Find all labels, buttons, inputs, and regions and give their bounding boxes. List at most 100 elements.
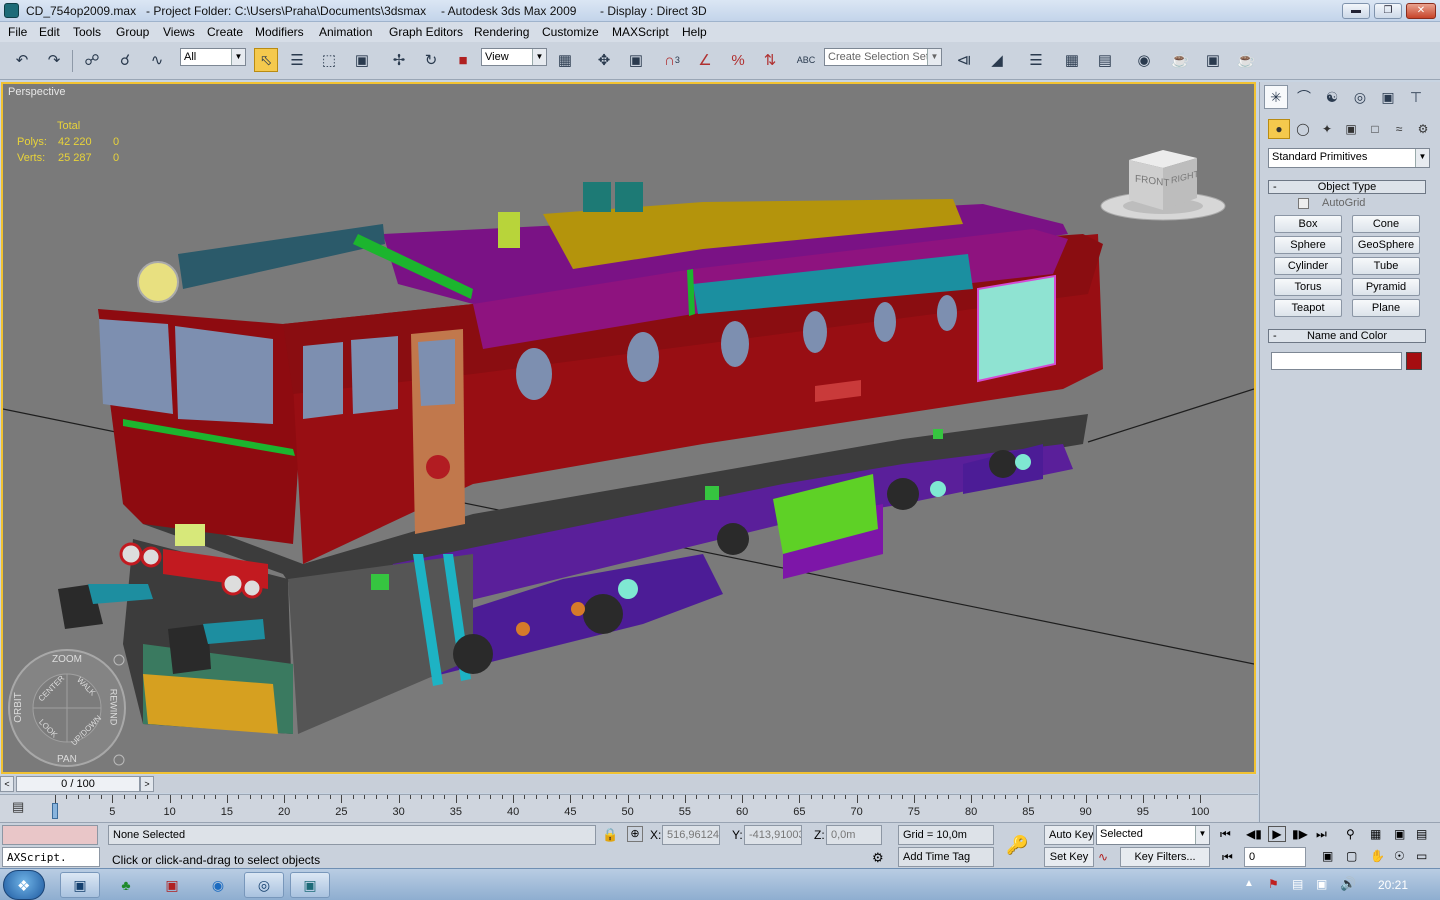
box-button[interactable]: Box: [1274, 215, 1342, 233]
app-icon[interactable]: [4, 3, 19, 18]
next-frame-button[interactable]: ▮▶: [1292, 827, 1308, 841]
menu-graph-editors[interactable]: Graph Editors: [389, 25, 463, 39]
y-coordinate-field[interactable]: -413,91003: [744, 825, 802, 845]
tab-hierarchy[interactable]: ☯: [1320, 85, 1344, 109]
clock[interactable]: 20:21: [1378, 878, 1408, 892]
wheel-rewind-label[interactable]: REWIND: [108, 689, 118, 726]
unlink-button[interactable]: ☌: [113, 48, 137, 72]
perspective-viewport[interactable]: Perspective Total Polys: 42 220 0 Verts:…: [1, 82, 1256, 774]
geosphere-button[interactable]: GeoSphere: [1352, 236, 1420, 254]
network-icon[interactable]: ▤: [1292, 877, 1303, 891]
add-time-tag-button[interactable]: Add Time Tag: [898, 847, 994, 867]
menu-group[interactable]: Group: [116, 25, 149, 39]
time-next-button[interactable]: >: [140, 776, 154, 792]
tab-motion[interactable]: ◎: [1348, 85, 1372, 109]
pan-view-button[interactable]: ✋: [1370, 849, 1385, 863]
taskbar-app-save[interactable]: ▣: [152, 872, 192, 898]
teapot-button[interactable]: Teapot: [1274, 299, 1342, 317]
menu-customize[interactable]: Customize: [542, 25, 599, 39]
tab-create[interactable]: ✳: [1264, 85, 1288, 109]
menu-create[interactable]: Create: [207, 25, 243, 39]
start-button[interactable]: ❖: [3, 870, 45, 900]
wheel-pan-label[interactable]: PAN: [57, 754, 77, 765]
percent-snap-toggle[interactable]: %: [726, 48, 750, 72]
name-color-rollout-header[interactable]: - Name and Color: [1268, 329, 1426, 343]
menu-views[interactable]: Views: [163, 25, 195, 39]
wheel-zoom-label[interactable]: ZOOM: [52, 654, 82, 665]
cone-button[interactable]: Cone: [1352, 215, 1420, 233]
angle-snap-toggle[interactable]: ∠: [693, 48, 717, 72]
select-object-button[interactable]: ⬁: [254, 48, 278, 72]
layer-manager-button[interactable]: ☰: [1024, 48, 1048, 72]
previous-frame-button[interactable]: ◀▮: [1246, 827, 1262, 841]
object-color-swatch[interactable]: [1406, 352, 1422, 370]
zoom-extents-button[interactable]: ▣: [1394, 827, 1405, 841]
select-and-scale-button[interactable]: ■: [451, 48, 475, 72]
transform-mode-toggle[interactable]: ⊕: [627, 826, 643, 842]
key-filters-button[interactable]: Key Filters...: [1120, 847, 1210, 867]
go-to-start-button[interactable]: ⏮: [1220, 827, 1231, 842]
object-type-rollout-header[interactable]: - Object Type: [1268, 180, 1426, 194]
x-coordinate-field[interactable]: 516,96124: [662, 825, 720, 845]
maxscript-mini-listener[interactable]: AXScript.: [2, 847, 100, 867]
rendered-frame-window-button[interactable]: ▣: [1201, 48, 1225, 72]
go-to-end-button[interactable]: ⏭: [1316, 827, 1327, 842]
autogrid-checkbox[interactable]: [1298, 198, 1309, 209]
current-frame-marker[interactable]: [52, 803, 58, 819]
menu-tools[interactable]: Tools: [73, 25, 101, 39]
sphere-button[interactable]: Sphere: [1274, 236, 1342, 254]
bind-space-warp-button[interactable]: ∿: [145, 48, 169, 72]
select-and-link-button[interactable]: ☍: [80, 48, 104, 72]
cylinder-button[interactable]: Cylinder: [1274, 257, 1342, 275]
track-bar[interactable]: ▤ 05101520253035404550556065707580859095…: [0, 794, 1258, 822]
maximize-viewport-button[interactable]: ▭: [1416, 849, 1427, 863]
plane-button[interactable]: Plane: [1352, 299, 1420, 317]
minimize-button[interactable]: ▬: [1342, 3, 1370, 19]
taskbar-app-green[interactable]: ♣: [106, 872, 146, 898]
menu-rendering[interactable]: Rendering: [474, 25, 529, 39]
torus-button[interactable]: Torus: [1274, 278, 1342, 296]
zoom-button[interactable]: ⚲: [1346, 827, 1355, 841]
curve-editor-button[interactable]: ▦: [1060, 48, 1084, 72]
manipulate-button[interactable]: ✥: [592, 48, 616, 72]
set-key-button[interactable]: Set Key: [1044, 847, 1094, 867]
spinner-snap-toggle[interactable]: ⇅: [758, 48, 782, 72]
close-button[interactable]: ✕: [1406, 3, 1436, 19]
tab-modify[interactable]: ⌒: [1292, 85, 1316, 109]
material-editor-button[interactable]: ◉: [1132, 48, 1156, 72]
time-configuration-button[interactable]: ▣: [1322, 849, 1333, 863]
pyramid-button[interactable]: Pyramid: [1352, 278, 1420, 296]
helpers-button[interactable]: □: [1364, 119, 1386, 139]
tab-utilities[interactable]: ⊤: [1404, 85, 1428, 109]
time-slider[interactable]: < 0 / 100 >: [0, 775, 1258, 793]
time-slider-thumb[interactable]: 0 / 100: [16, 776, 140, 792]
z-coordinate-field[interactable]: 0,0m: [826, 825, 882, 845]
zoom-all-button[interactable]: ▦: [1370, 827, 1381, 841]
viewcube[interactable]: FRONT RIGHT: [1099, 148, 1227, 223]
shapes-button[interactable]: ◯: [1292, 119, 1314, 139]
keyboard-shortcut-toggle[interactable]: ▣: [624, 48, 648, 72]
zoom-extents-all-button[interactable]: ▤: [1416, 827, 1427, 841]
tab-display[interactable]: ▣: [1376, 85, 1400, 109]
orbit-button[interactable]: ☉: [1394, 849, 1405, 863]
taskbar-explorer[interactable]: ▣: [60, 872, 100, 898]
set-key-mode-toggle[interactable]: 🔑: [1006, 835, 1028, 856]
zoom-region-button[interactable]: ▢: [1346, 849, 1357, 863]
taskbar-internet-explorer[interactable]: ◉: [198, 872, 238, 898]
lights-button[interactable]: ✦: [1316, 119, 1338, 139]
systems-button[interactable]: ⚙: [1412, 119, 1434, 139]
auto-key-button[interactable]: Auto Key: [1044, 825, 1094, 845]
time-prev-button[interactable]: <: [0, 776, 14, 792]
align-button[interactable]: ◢: [985, 48, 1009, 72]
pivot-center-button[interactable]: ▦: [553, 48, 577, 72]
menu-edit[interactable]: Edit: [39, 25, 60, 39]
current-frame-field[interactable]: 0: [1244, 847, 1306, 867]
rectangular-selection-button[interactable]: ⬚: [317, 48, 341, 72]
cameras-button[interactable]: ▣: [1340, 119, 1362, 139]
select-by-name-button[interactable]: ☰: [285, 48, 309, 72]
maxscript-listener-top[interactable]: [2, 825, 98, 845]
menu-animation[interactable]: Animation: [319, 25, 372, 39]
window-crossing-button[interactable]: ▣: [350, 48, 374, 72]
object-name-input[interactable]: [1271, 352, 1402, 370]
mirror-button[interactable]: ⧏: [952, 48, 976, 72]
